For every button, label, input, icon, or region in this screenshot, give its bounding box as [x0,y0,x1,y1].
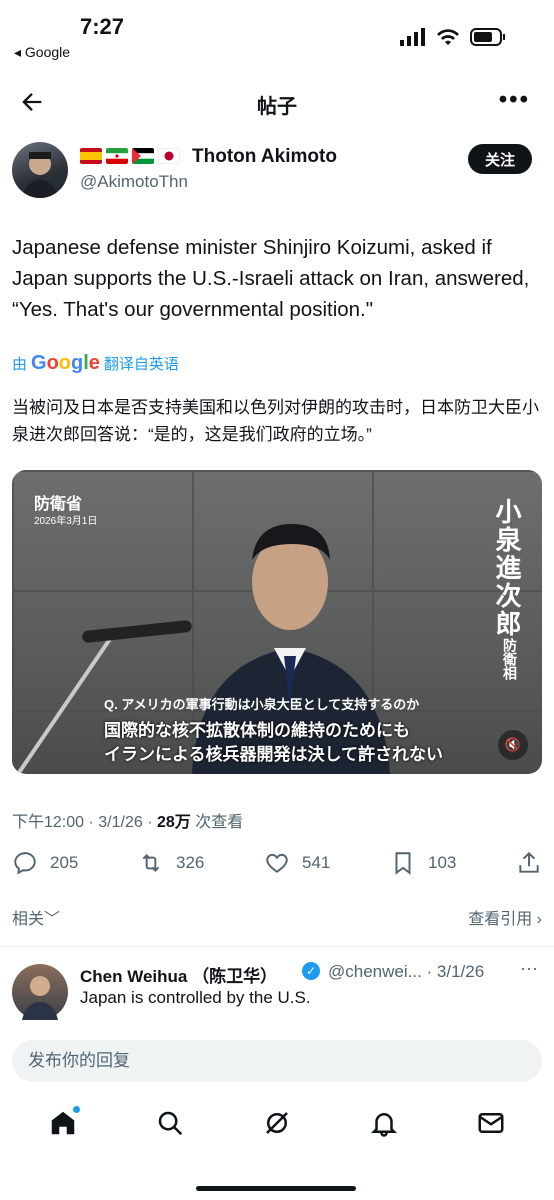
bookmark-icon [395,852,411,875]
translated-by-prefix: 由 [12,356,28,373]
bell-icon [370,1112,397,1137]
verified-badge-icon: ✓ [302,962,320,980]
home-indicator [196,1186,356,1191]
chevron-right-icon: › [536,911,542,928]
like-action[interactable]: 541 [264,850,330,876]
heart-icon [266,853,288,873]
repost-icon [142,854,160,872]
tab-home[interactable] [48,1105,81,1143]
share-icon [519,851,539,873]
tweet-meta: 下午12:00 · 3/1/26 · 28万 次查看 [12,808,243,832]
subtitle-line-1: 国際的な核不拡散体制の維持のためにも [104,721,410,740]
translated-by-suffix: 翻译自英语 [103,356,179,373]
tab-grok[interactable] [262,1108,292,1143]
repost-count: 326 [176,853,205,872]
battery-icon [470,28,505,46]
mail-icon [478,1112,504,1133]
author-flags [80,148,180,164]
related-label: 相关 [12,911,45,928]
reply-handle-date[interactable]: @chenwei... · 3/1/26 [328,962,484,982]
share-action[interactable] [516,850,542,876]
reply-count: 205 [50,853,79,872]
reply-input[interactable] [12,1040,554,1082]
japan-flag-icon [158,148,180,164]
tab-messages[interactable] [476,1108,506,1143]
like-count: 541 [302,853,331,872]
tweet-text: Japanese defense minister Shinjiro Koizu… [12,236,530,321]
video-date: 2026年3月1日 [34,516,98,527]
tab-notifications[interactable] [369,1108,399,1143]
chevron-down-icon: ﹀ [44,911,61,928]
page-title: 帖子 [257,96,297,118]
bookmark-action[interactable]: 103 [390,850,456,876]
bottom-tab-bar [0,1100,554,1150]
speaker-name: 小泉進次郎 [492,498,522,638]
reply-action[interactable]: 205 [12,850,78,876]
bookmark-count: 103 [428,853,457,872]
status-time: 7:27 [80,14,125,39]
video-player[interactable]: 防衛省 2026年3月1日 小泉進次郎 防衛相 Q. アメリカの軍事行動は小泉大… [12,470,542,774]
search-icon [158,1111,183,1135]
translation-attribution[interactable]: 由 Google 翻译自英语 [12,352,179,375]
translated-text: 当被问及日本是否支持美国和以色列对伊朗的攻击时，日本防卫大臣小泉进次郎回答说：“… [12,398,539,444]
mute-icon[interactable]: 🔇 [498,730,528,760]
spain-flag-icon [80,148,102,164]
back-to-app-link[interactable]: ◂ Google [14,44,70,61]
wifi-icon [437,29,459,45]
reply-more-icon[interactable]: ··· [520,958,538,979]
tweet-time-date: 下午12:00 · 3/1/26 · [12,814,157,831]
follow-button[interactable]: 关注 [468,144,532,174]
google-logo-icon: Google [31,352,100,374]
more-options-icon[interactable]: ••• [499,86,530,114]
subtitle-question: Q. アメリカの軍事行動は小泉大臣として支持するのか [104,697,420,712]
action-bar: 205 326 541 103 [12,850,542,876]
iran-flag-icon [106,148,128,164]
reply-icon [14,852,36,875]
divider [0,946,554,947]
views-label: 次查看 [190,814,244,831]
notification-dot [73,1105,81,1113]
tab-search[interactable] [155,1108,185,1143]
view-count: 28万 [156,814,191,831]
reply-author-name[interactable]: Chen Weihua （陈卫华） [80,962,277,987]
speaker-title: 防衛相 [502,638,518,680]
repost-action[interactable]: 326 [138,850,204,876]
subtitle-line-2: イランによる核兵器開発は決して許されない [104,745,443,764]
view-quotes-link[interactable]: 查看引用 › [468,905,542,929]
related-toggle[interactable]: 相关﹀ [12,905,60,929]
status-icons [400,28,506,46]
ministry-label: 防衛省 [34,496,83,513]
palestine-flag-icon [132,148,154,164]
author-avatar[interactable] [12,142,68,198]
signal-icon [400,28,425,46]
reply-text: Japan is controlled by the U.S. [80,988,311,1007]
author-handle[interactable]: @AkimotoThn [80,172,188,192]
author-name[interactable]: Thoton Akimoto [192,146,337,168]
grok-icon [266,1111,288,1134]
reply-avatar[interactable] [12,964,68,1020]
view-quotes-label: 查看引用 [468,911,533,928]
reply-compose-box [12,1040,554,1082]
